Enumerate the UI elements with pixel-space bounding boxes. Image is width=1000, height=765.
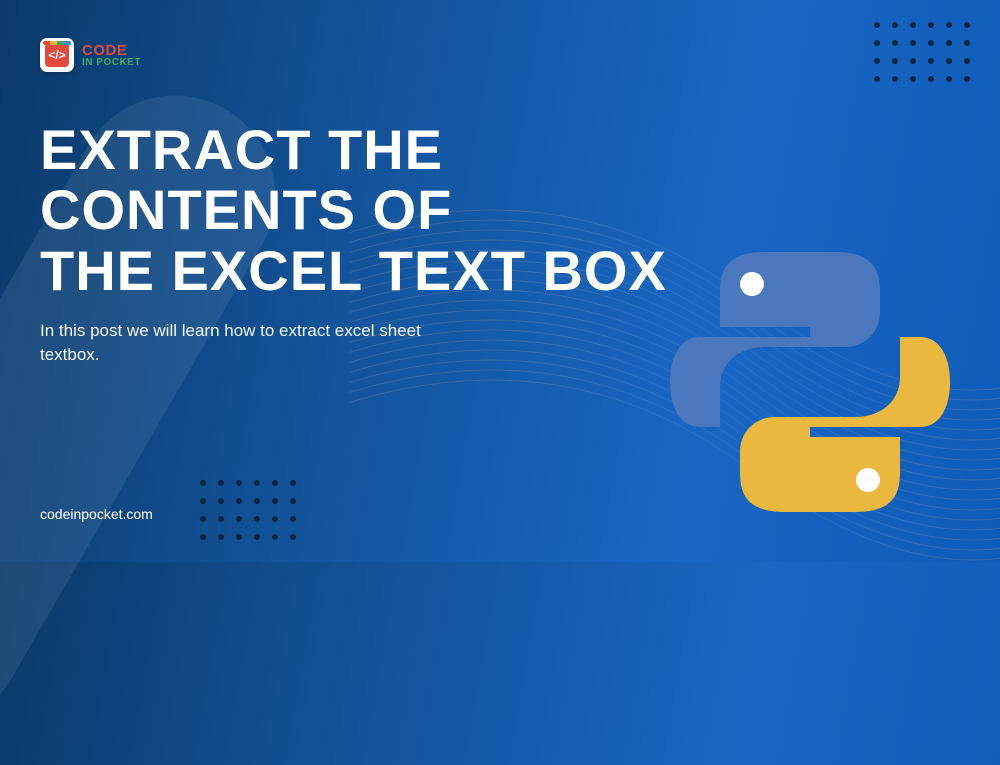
logo-brand-top: CODE xyxy=(82,43,141,58)
site-logo: </> CODE IN POCKET xyxy=(40,38,141,72)
python-logo-icon xyxy=(670,242,950,522)
decorative-dots-bottom-left xyxy=(200,480,296,540)
title-line-2: CONTENTS OF xyxy=(40,180,960,240)
logo-icon: </> xyxy=(40,38,74,72)
footer-url: codeinpocket.com xyxy=(40,506,153,522)
page-subtitle: In this post we will learn how to extrac… xyxy=(40,319,460,367)
title-line-1: EXTRACT THE xyxy=(40,120,960,180)
logo-brand-bottom: IN POCKET xyxy=(82,58,141,68)
decorative-dots-top-right xyxy=(874,22,970,82)
logo-text: CODE IN POCKET xyxy=(82,43,141,68)
code-bracket-icon: </> xyxy=(45,43,69,67)
